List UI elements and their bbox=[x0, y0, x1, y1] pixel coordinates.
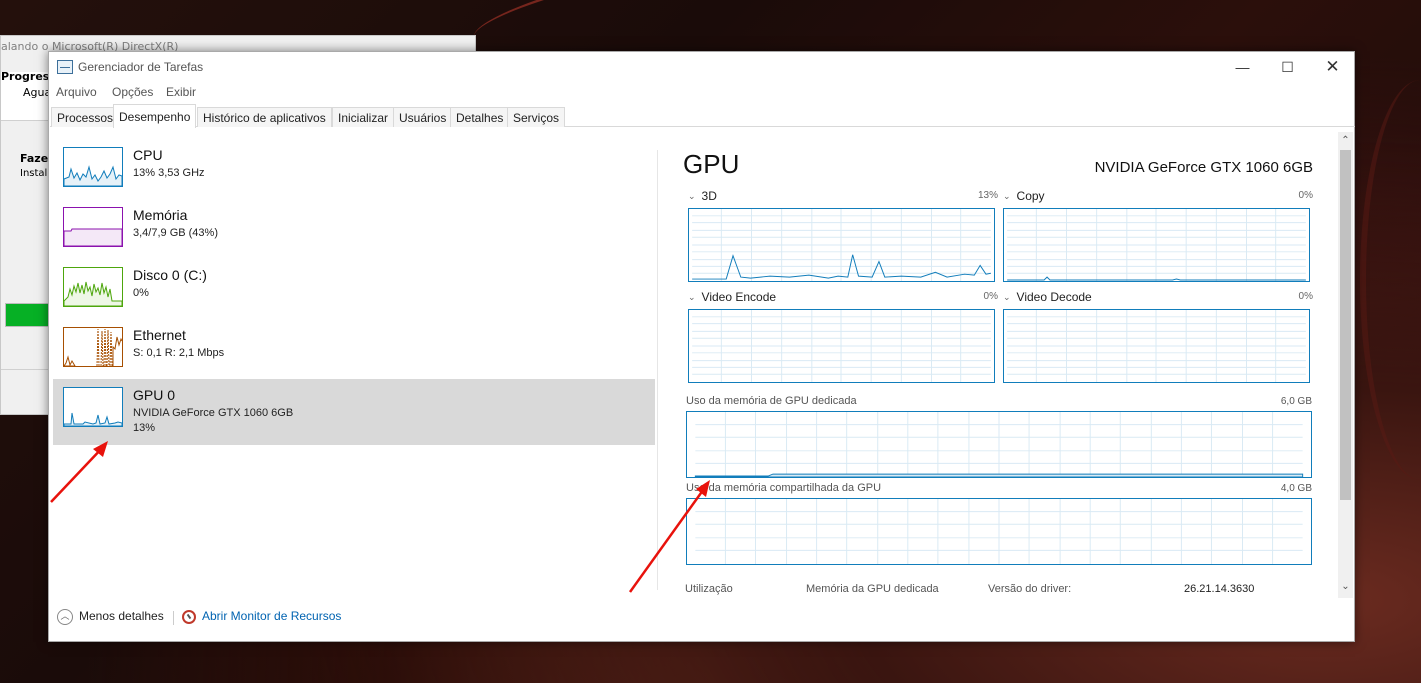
resource-monitor-link[interactable]: Abrir Monitor de Recursos bbox=[182, 609, 341, 624]
tab-desempenho[interactable]: Desempenho bbox=[113, 104, 197, 128]
shared-memory-graph bbox=[686, 498, 1312, 565]
divider bbox=[173, 611, 174, 625]
engine-name: 3D bbox=[701, 189, 717, 203]
sidebar-item-subtitle: S: 0,1 R: 2,1 Mbps bbox=[133, 347, 225, 359]
cpu-mini-graph bbox=[63, 147, 123, 187]
scroll-thumb[interactable] bbox=[1340, 150, 1351, 500]
engine-selector-copy[interactable]: ⌄ Copy bbox=[1003, 189, 1045, 203]
background-streak bbox=[1360, 80, 1421, 480]
sidebar-item-subtitle: 13% 3,53 GHz bbox=[133, 167, 205, 179]
driver-version-label: Versão do driver: bbox=[988, 583, 1072, 595]
engine-selector-video-decode[interactable]: ⌄ Video Decode bbox=[1003, 290, 1092, 304]
shared-memory-label: Uso da memória compartilhada da GPU bbox=[686, 482, 882, 494]
sidebar-item-memoria[interactable]: Memória 3,4/7,9 GB (43%) bbox=[53, 199, 655, 265]
engine-percent: 0% bbox=[1298, 190, 1313, 201]
sidebar-item-title: CPU bbox=[133, 147, 163, 163]
engine-graph-3d bbox=[688, 208, 995, 282]
sidebar-item-title: GPU 0 bbox=[133, 387, 176, 403]
engine-selector-3d[interactable]: ⌄ 3D bbox=[688, 189, 717, 203]
background-waiting-text: Agua bbox=[23, 86, 52, 99]
chevron-down-icon: ⌄ bbox=[688, 292, 696, 302]
memory-mini-graph bbox=[63, 207, 123, 247]
engine-name: Video Encode bbox=[701, 290, 777, 304]
chevron-up-icon: ︿ bbox=[57, 609, 73, 625]
menu-bar: Arquivo Opções Exibir bbox=[49, 82, 1354, 102]
disk-mini-graph bbox=[63, 267, 123, 307]
scroll-up-icon[interactable]: ⌃ bbox=[1338, 134, 1353, 148]
maximize-button[interactable]: ☐ bbox=[1265, 52, 1310, 82]
task-manager-window: Gerenciador de Tarefas — ☐ ✕ Arquivo Opç… bbox=[48, 51, 1355, 642]
panel-divider bbox=[657, 150, 658, 590]
minimize-button[interactable]: — bbox=[1220, 52, 1265, 82]
engine-percent: 13% bbox=[977, 190, 998, 201]
shared-memory-max: 4,0 GB bbox=[1280, 483, 1312, 494]
tab-usuarios[interactable]: Usuários bbox=[393, 107, 453, 127]
resource-monitor-icon bbox=[182, 609, 196, 624]
sidebar-item-ethernet[interactable]: Ethernet S: 0,1 R: 2,1 Mbps bbox=[53, 319, 655, 385]
tab-servicos[interactable]: Serviços bbox=[507, 107, 566, 127]
sidebar-item-cpu[interactable]: CPU 13% 3,53 GHz bbox=[53, 139, 655, 205]
menu-opcoes[interactable]: Opções bbox=[112, 85, 153, 99]
title-bar[interactable]: Gerenciador de Tarefas — ☐ ✕ bbox=[49, 52, 1354, 82]
engine-selector-video-encode[interactable]: ⌄ Video Encode bbox=[688, 290, 776, 304]
close-button[interactable]: ✕ bbox=[1310, 52, 1355, 82]
tab-bar: Processos Desempenho Histórico de aplica… bbox=[50, 104, 1355, 128]
gpu-model-name: NVIDIA GeForce GTX 1060 6GB bbox=[1094, 159, 1313, 176]
tab-historico[interactable]: Histórico de aplicativos bbox=[197, 107, 332, 127]
ethernet-mini-graph bbox=[63, 327, 123, 367]
sidebar-item-subtitle: 3,4/7,9 GB (43%) bbox=[133, 227, 218, 239]
sidebar-item-disco[interactable]: Disco 0 (C:) 0% bbox=[53, 259, 655, 325]
tab-inicializar[interactable]: Inicializar bbox=[332, 107, 395, 127]
dedicated-memory-stat-label: Memória da GPU dedicada bbox=[806, 583, 939, 595]
chevron-down-icon: ⌄ bbox=[688, 191, 696, 201]
dedicated-memory-graph bbox=[686, 411, 1312, 478]
engine-percent: 0% bbox=[983, 291, 998, 302]
sidebar-item-subtitle: NVIDIA GeForce GTX 1060 6GB bbox=[133, 407, 294, 419]
engine-graph-video-decode bbox=[1003, 309, 1310, 383]
sidebar-item-title: Ethernet bbox=[133, 327, 186, 343]
page-title: GPU bbox=[683, 149, 740, 179]
sidebar-item-subtitle: 0% bbox=[133, 287, 149, 299]
chevron-down-icon: ⌄ bbox=[1003, 292, 1011, 302]
menu-exibir[interactable]: Exibir bbox=[166, 85, 196, 99]
driver-version-value: 26.21.14.3630 bbox=[1184, 583, 1255, 595]
engine-name: Video Decode bbox=[1016, 290, 1092, 304]
resource-monitor-label: Abrir Monitor de Recursos bbox=[202, 609, 342, 623]
sidebar-item-gpu[interactable]: GPU 0 NVIDIA GeForce GTX 1060 6GB 13% bbox=[53, 379, 655, 445]
gpu-mini-graph bbox=[63, 387, 123, 427]
sidebar-item-title: Disco 0 (C:) bbox=[133, 267, 207, 283]
scrollbar[interactable]: ⌃ ⌄ bbox=[1338, 132, 1353, 598]
scroll-down-icon[interactable]: ⌄ bbox=[1338, 580, 1353, 594]
sidebar-item-title: Memória bbox=[133, 207, 188, 223]
tab-processos[interactable]: Processos bbox=[51, 107, 120, 127]
fewer-details-label: Menos detalhes bbox=[79, 609, 164, 624]
dedicated-memory-label: Uso da memória de GPU dedicada bbox=[686, 395, 857, 407]
dedicated-memory-max: 6,0 GB bbox=[1280, 396, 1312, 407]
engine-name: Copy bbox=[1016, 189, 1045, 203]
utilization-label: Utilização bbox=[685, 583, 733, 595]
engine-graph-copy bbox=[1003, 208, 1310, 282]
task-manager-icon bbox=[57, 60, 73, 74]
engine-percent: 0% bbox=[1298, 291, 1313, 302]
fewer-details-button[interactable]: ︿ Menos detalhes bbox=[57, 609, 164, 627]
sidebar-item-percent: 13% bbox=[133, 422, 156, 434]
menu-arquivo[interactable]: Arquivo bbox=[56, 85, 97, 99]
tab-detalhes[interactable]: Detalhes bbox=[450, 107, 510, 127]
chevron-down-icon: ⌄ bbox=[1003, 191, 1011, 201]
engine-graph-video-encode bbox=[688, 309, 995, 383]
window-title: Gerenciador de Tarefas bbox=[78, 60, 204, 74]
